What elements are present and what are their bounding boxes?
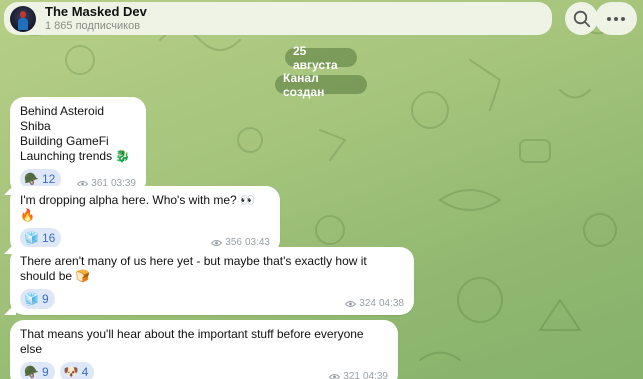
channel-created-notice: Канал создан <box>275 71 367 99</box>
message-text: I'm dropping alpha here. Who's with me? … <box>20 193 255 222</box>
message-time: 04:38 <box>378 298 404 309</box>
reaction-count: 9 <box>41 292 49 306</box>
reaction-count: 12 <box>41 172 56 186</box>
reaction-emoji: 🪖 <box>24 365 39 379</box>
message-bubble[interactable]: There aren't many of us here yet - but m… <box>10 247 414 315</box>
message-meta: 324 04:38 <box>345 298 404 309</box>
reaction-chip[interactable]: 🪖 9 <box>20 362 55 379</box>
reaction-count: 16 <box>41 231 56 245</box>
reaction-chip[interactable]: 🧊 16 <box>20 228 62 248</box>
eye-icon <box>329 373 341 379</box>
more-dots-icon <box>607 16 625 21</box>
more-options-button[interactable] <box>595 2 637 35</box>
message-bubble[interactable]: Behind Asteroid Shiba Building GameFi La… <box>10 97 146 195</box>
search-button[interactable] <box>565 2 598 35</box>
reaction-emoji: 🐶 <box>63 365 79 379</box>
reaction-emoji: 🧊 <box>24 231 39 245</box>
chat-header[interactable]: The Masked Dev 1 865 подписчиков <box>4 2 552 35</box>
message-bubble[interactable]: I'm dropping alpha here. Who's with me? … <box>10 186 280 254</box>
subscriber-count: 1 865 подписчиков <box>45 19 141 32</box>
reaction-emoji: 🪖 <box>24 172 39 186</box>
channel-avatar[interactable] <box>10 5 36 32</box>
reaction-count: 9 <box>41 365 49 379</box>
reaction-count: 4 <box>81 365 89 379</box>
message-text: Behind Asteroid Shiba Building GameFi La… <box>20 104 131 163</box>
eye-icon <box>345 300 357 307</box>
message-time: 04:39 <box>362 371 388 379</box>
message-bubble[interactable]: That means you'll hear about the importa… <box>10 320 398 379</box>
message-text: That means you'll hear about the importa… <box>20 327 364 356</box>
message-meta: 321 04:39 <box>329 371 388 379</box>
reaction-chip[interactable]: 🐶 4 <box>59 362 95 379</box>
message-text: There aren't many of us here yet - but m… <box>20 254 367 283</box>
reaction-emoji: 🧊 <box>24 292 39 306</box>
channel-info[interactable]: The Masked Dev 1 865 подписчиков <box>45 3 147 33</box>
channel-title: The Masked Dev <box>45 3 147 19</box>
view-count: 321 <box>343 371 360 379</box>
eye-icon <box>211 239 223 246</box>
reaction-chip[interactable]: 🧊 9 <box>20 289 55 309</box>
date-separator: 25 августа <box>285 44 357 72</box>
view-count: 324 <box>359 298 376 309</box>
search-icon <box>573 10 590 27</box>
